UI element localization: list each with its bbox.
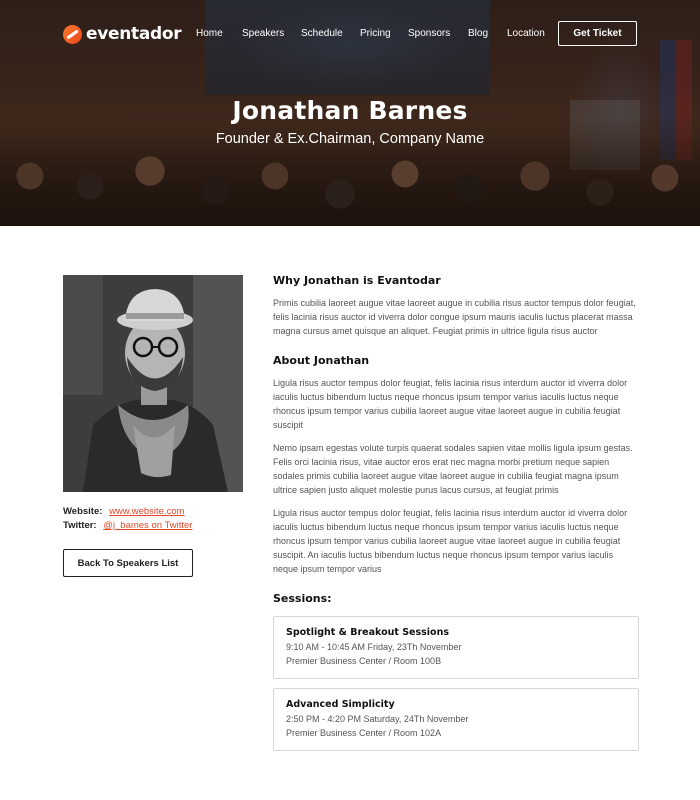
nav-item-schedule[interactable]: Schedule <box>301 28 343 39</box>
session-location: Premier Business Center / Room 102A <box>286 727 442 738</box>
twitter-link[interactable]: @j_bames on Twitter <box>103 520 192 531</box>
why-text: Primis cubilia laoreet augue vitae laore… <box>273 298 636 336</box>
twitter-label: Twitter: <box>63 520 97 531</box>
speaker-title: Founder & Ex.Chairman, Company Name <box>215 131 485 147</box>
session-title: Spotlight & Breakout Sessions <box>286 627 450 638</box>
speaker-sidebar: Website: www.website.com Twitter: @j_bam… <box>63 275 243 577</box>
back-to-speakers-button[interactable]: Back To Speakers List <box>63 549 193 577</box>
session-card[interactable]: Spotlight & Breakout Sessions 9:10 AM - … <box>273 616 639 679</box>
logo-icon <box>63 24 82 44</box>
speaker-details: Why Jonathan is Evantodar Primis cubilia… <box>273 274 639 760</box>
nav-item-blog[interactable]: Blog <box>468 28 488 39</box>
twitter-row: Twitter: @j_bames on Twitter <box>63 519 243 533</box>
speaker-photo <box>63 275 243 492</box>
brand-name: eventador <box>86 24 182 44</box>
speaker-portrait-image <box>63 275 243 492</box>
top-navigation: eventador Home Speakers Schedule Pricing… <box>0 0 700 68</box>
nav-item-sponsors[interactable]: Sponsors <box>408 28 450 39</box>
website-link[interactable]: www.website.com <box>109 506 185 517</box>
get-ticket-button[interactable]: Get Ticket <box>558 21 637 46</box>
contact-info: Website: www.website.com Twitter: @j_bam… <box>63 505 243 533</box>
hero-heading: Jonathan Barnes Founder & Ex.Chairman, C… <box>0 96 700 147</box>
website-label: Website: <box>63 506 103 517</box>
about-paragraph: Nemo ipsam egestas volute turpis quaerat… <box>273 443 633 495</box>
brand-logo[interactable]: eventador <box>63 24 182 44</box>
about-heading: About Jonathan <box>273 354 370 367</box>
nav-item-home[interactable]: Home <box>196 28 223 39</box>
session-time: 2:50 PM - 4:20 PM Saturday, 24Th Novembe… <box>286 714 469 724</box>
nav-item-location[interactable]: Location <box>507 28 545 39</box>
session-title: Advanced Simplicity <box>286 699 395 710</box>
why-heading: Why Jonathan is Evantodar <box>273 274 441 287</box>
hero-banner: eventador Home Speakers Schedule Pricing… <box>0 0 700 226</box>
session-card[interactable]: Advanced Simplicity 2:50 PM - 4:20 PM Sa… <box>273 688 639 751</box>
nav-item-pricing[interactable]: Pricing <box>360 28 391 39</box>
about-paragraph: Ligula risus auctor tempus dolor feugiat… <box>273 508 628 574</box>
nav-item-speakers[interactable]: Speakers <box>242 28 284 39</box>
speaker-name: Jonathan Barnes <box>232 96 468 125</box>
website-row: Website: www.website.com <box>63 505 243 519</box>
session-time: 9:10 AM - 10:45 AM Friday, 23Th November <box>286 642 462 652</box>
session-location: Premier Business Center / Room 100B <box>286 655 442 666</box>
about-paragraph: Ligula risus auctor tempus dolor feugiat… <box>273 378 628 430</box>
sessions-heading: Sessions: <box>273 592 332 605</box>
